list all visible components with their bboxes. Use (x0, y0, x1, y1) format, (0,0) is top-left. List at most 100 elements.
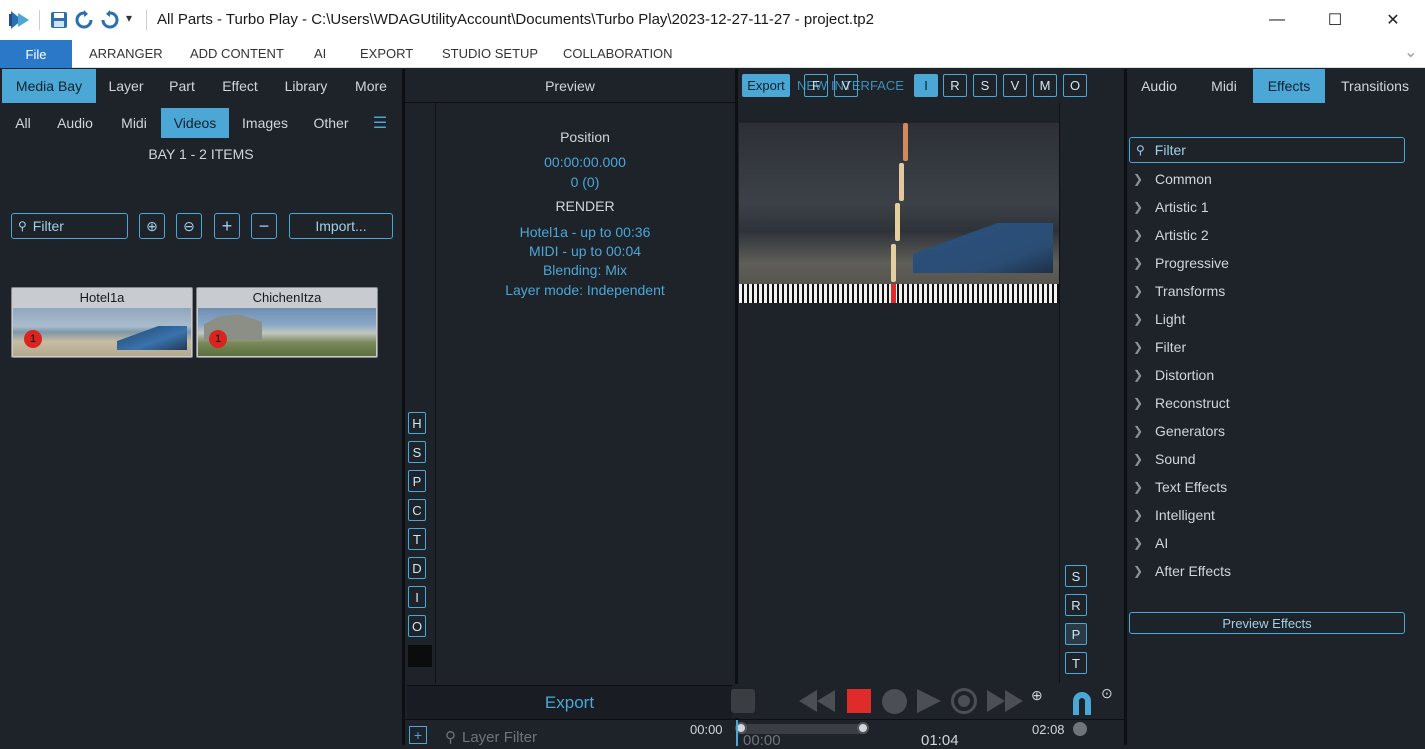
right-button-r[interactable]: R (1065, 594, 1087, 616)
effect-category-sound[interactable]: ❯ Sound (1133, 451, 1195, 467)
rewind-icon[interactable] (799, 690, 835, 712)
side-button-s[interactable]: S (408, 441, 426, 463)
fast-forward-icon[interactable] (987, 690, 1023, 712)
effect-category-distortion[interactable]: ❯ Distortion (1133, 367, 1214, 383)
minimize-button[interactable]: — (1248, 0, 1306, 40)
menu-collaboration[interactable]: COLLABORATION (563, 46, 673, 61)
layer-filter-input[interactable]: ⚲ Layer Filter (445, 728, 537, 746)
mode-button-m[interactable]: M (1033, 74, 1057, 97)
effect-category-reconstruct[interactable]: ❯ Reconstruct (1133, 395, 1230, 411)
top-f-button[interactable]: F (804, 74, 828, 97)
tab-library[interactable]: Library (276, 69, 336, 103)
mode-button-v[interactable]: V (1003, 74, 1027, 97)
top-v-button[interactable]: V (834, 74, 858, 97)
effect-category-intelligent[interactable]: ❯ Intelligent (1133, 507, 1215, 523)
effects-filter-input[interactable]: ⚲ Filter (1129, 137, 1405, 163)
menu-export[interactable]: EXPORT (360, 46, 413, 61)
effect-category-progressive[interactable]: ❯ Progressive (1133, 255, 1229, 271)
subtab-menu-icon[interactable]: ☰ (368, 108, 392, 138)
timeline-zoom-out-icon[interactable]: ⊙ (1101, 685, 1123, 707)
chevron-right-icon: ❯ (1133, 284, 1144, 298)
side-button-h[interactable]: H (408, 412, 426, 434)
maximize-button[interactable]: ☐ (1306, 0, 1364, 40)
tab-transitions[interactable]: Transitions (1333, 69, 1417, 103)
record-icon[interactable] (951, 688, 977, 714)
undo-icon[interactable] (74, 10, 94, 30)
preview-effects-button[interactable]: Preview Effects (1129, 612, 1405, 634)
remove-button[interactable]: − (251, 213, 277, 239)
add-layer-icon[interactable]: + (409, 726, 427, 744)
right-button-s[interactable]: S (1065, 565, 1087, 587)
effect-category-common[interactable]: ❯ Common (1133, 171, 1212, 187)
menu-ai[interactable]: AI (314, 46, 326, 61)
timeline-zoom-in-icon[interactable]: ⊕ (1031, 687, 1053, 709)
tab-layer[interactable]: Layer (100, 69, 152, 103)
mode-button-r[interactable]: R (943, 74, 967, 97)
mode-button-o[interactable]: O (1063, 74, 1087, 97)
ribbon-collapse-icon[interactable]: ⌄ (1404, 42, 1417, 62)
subtab-audio[interactable]: Audio (50, 108, 100, 138)
video-preview (739, 123, 1059, 303)
effect-category-text-effects[interactable]: ❯ Text Effects (1133, 479, 1227, 495)
right-button-p[interactable]: P (1065, 623, 1087, 645)
subtab-images[interactable]: Images (236, 108, 294, 138)
tab-midi[interactable]: Midi (1201, 69, 1247, 103)
mode-button-i[interactable]: I (914, 74, 938, 97)
menu-add-content[interactable]: ADD CONTENT (190, 46, 284, 61)
zoom-in-button[interactable]: ⊕ (139, 213, 165, 239)
play-icon[interactable] (917, 689, 941, 713)
loop-icon[interactable] (731, 689, 755, 713)
save-icon[interactable] (50, 11, 68, 29)
stop-button[interactable] (847, 689, 871, 713)
effect-category-transforms[interactable]: ❯ Transforms (1133, 283, 1225, 299)
media-item[interactable]: Hotel1a 1 (11, 287, 193, 358)
side-button-c[interactable]: C (408, 499, 426, 521)
add-button[interactable]: + (214, 213, 240, 239)
menu-arranger[interactable]: ARRANGER (89, 46, 163, 61)
file-menu-button[interactable]: File (0, 40, 72, 68)
timeline-settings-icon[interactable] (1073, 722, 1087, 736)
subtab-midi[interactable]: Midi (112, 108, 156, 138)
bay-label: BAY 1 - 2 ITEMS (148, 146, 254, 162)
magnet-icon[interactable] (1069, 689, 1095, 715)
quick-access-dropdown-icon[interactable]: ▾ (126, 11, 132, 25)
export-button[interactable]: Export (407, 685, 732, 719)
circle-icon[interactable] (882, 689, 907, 714)
effect-category-ai[interactable]: ❯ AI (1133, 535, 1168, 551)
playhead[interactable] (736, 720, 738, 746)
tab-audio[interactable]: Audio (1131, 69, 1187, 103)
tab-effects[interactable]: Effects (1253, 69, 1325, 103)
menu-studio-setup[interactable]: STUDIO SETUP (442, 46, 538, 61)
effect-category-generators[interactable]: ❯ Generators (1133, 423, 1225, 439)
side-button-i[interactable]: I (408, 586, 426, 608)
tab-more[interactable]: More (346, 69, 396, 103)
effect-category-after-effects[interactable]: ❯ After Effects (1133, 563, 1231, 579)
subtab-all[interactable]: All (6, 108, 40, 138)
top-export-button[interactable]: Export (742, 74, 790, 97)
tab-part[interactable]: Part (160, 69, 204, 103)
effect-category-artistic-1[interactable]: ❯ Artistic 1 (1133, 199, 1209, 215)
side-button-o[interactable]: O (408, 615, 426, 637)
color-swatch[interactable] (408, 645, 432, 667)
side-button-t[interactable]: T (408, 528, 426, 550)
chevron-right-icon: ❯ (1133, 340, 1144, 354)
chevron-right-icon: ❯ (1133, 396, 1144, 410)
media-filter-input[interactable]: ⚲ Filter (11, 213, 128, 239)
import-button[interactable]: Import... (289, 213, 393, 239)
right-button-t[interactable]: T (1065, 652, 1087, 674)
tab-effect[interactable]: Effect (214, 69, 266, 103)
media-item[interactable]: ChichenItza 1 (196, 287, 378, 358)
subtab-videos[interactable]: Videos (161, 108, 229, 138)
mode-button-s[interactable]: S (973, 74, 997, 97)
window-title: All Parts - Turbo Play - C:\Users\WDAGUt… (157, 11, 874, 28)
effect-category-filter[interactable]: ❯ Filter (1133, 339, 1186, 355)
subtab-other[interactable]: Other (306, 108, 356, 138)
effect-category-light[interactable]: ❯ Light (1133, 311, 1185, 327)
redo-icon[interactable] (100, 10, 120, 30)
zoom-out-button[interactable]: ⊖ (176, 213, 202, 239)
tab-media-bay[interactable]: Media Bay (2, 69, 96, 103)
side-button-p[interactable]: P (408, 470, 426, 492)
side-button-d[interactable]: D (408, 557, 426, 579)
effect-category-artistic-2[interactable]: ❯ Artistic 2 (1133, 227, 1209, 243)
close-button[interactable]: ✕ (1364, 0, 1422, 40)
